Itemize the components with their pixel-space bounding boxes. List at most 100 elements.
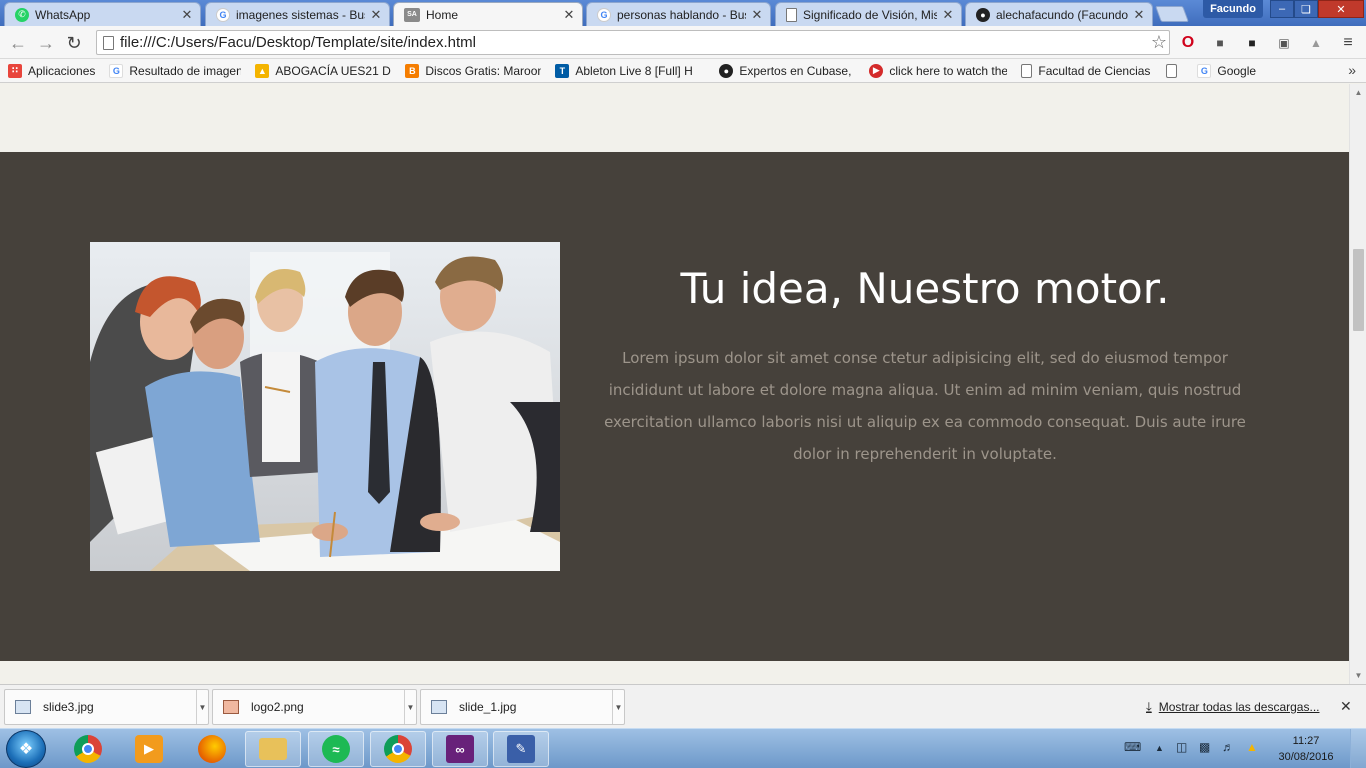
download-item[interactable]: slide3.jpg ▼ <box>4 689 209 725</box>
taskbar-file-explorer[interactable] <box>245 731 301 767</box>
download-filename: logo2.png <box>251 700 304 714</box>
bookmark-label: Ableton Live 8 [Full] H <box>575 63 693 78</box>
clock-time: 11:27 <box>1292 735 1320 747</box>
scroll-down-icon[interactable]: ▼ <box>1350 667 1366 684</box>
tab-whatsapp[interactable]: ✆ WhatsApp ✕ <box>4 2 201 26</box>
bookmark-google[interactable]: G Google <box>1197 63 1256 78</box>
system-clock[interactable]: 11:27 30/08/2016 <box>1276 733 1336 765</box>
spotify-icon: ≈ <box>322 735 350 763</box>
volume-icon[interactable]: ♬ <box>1222 740 1234 754</box>
page-icon <box>786 7 797 22</box>
bookmark-click-here[interactable]: ▶ click here to watch the <box>869 63 1007 78</box>
google-icon: G <box>597 7 611 22</box>
restore-button[interactable]: ❏ <box>1294 0 1318 18</box>
browser-toolbar: ← → ↻ ☆ O ■ ■ ▣ ▲ ≡ <box>0 26 1366 59</box>
bookmarks-overflow-icon[interactable]: » <box>1348 62 1356 78</box>
download-filename: slide_1.jpg <box>459 700 517 714</box>
visual-studio-icon: ∞ <box>446 735 474 763</box>
tab-close-icon[interactable]: ✕ <box>750 7 764 23</box>
opera-extension-icon[interactable]: O <box>1180 34 1196 51</box>
bookmark-star-icon[interactable]: ☆ <box>1151 32 1167 53</box>
bookmark-resultado-imagen[interactable]: G Resultado de imagen <box>109 63 242 78</box>
download-filename: slide3.jpg <box>43 700 94 714</box>
google-icon: G <box>109 63 124 78</box>
power-icon[interactable]: ◫ <box>1176 740 1187 754</box>
scroll-up-icon[interactable]: ▲ <box>1350 84 1366 101</box>
extension-icon[interactable]: ■ <box>1212 35 1228 51</box>
about-text-block: Tu idea, Nuestro motor. Lorem ipsum dolo… <box>590 260 1260 470</box>
minimize-button[interactable]: – <box>1270 0 1294 18</box>
bookmark-ableton[interactable]: T Ableton Live 8 [Full] H <box>555 63 705 78</box>
firefox-icon <box>198 735 226 763</box>
tab-close-icon[interactable]: ✕ <box>180 7 194 23</box>
drive-icon: ▲ <box>255 63 270 78</box>
taskbar-chrome-2[interactable] <box>370 731 426 767</box>
bookmark-label: Discos Gratis: Maroon <box>425 63 542 78</box>
clock-date: 30/08/2016 <box>1278 751 1334 763</box>
drive-icon[interactable]: ▲ <box>1246 740 1258 754</box>
chevron-down-icon[interactable]: ▼ <box>404 690 416 724</box>
bookmark-discos-gratis[interactable]: B Discos Gratis: Maroon <box>405 63 542 78</box>
chevron-down-icon[interactable]: ▼ <box>196 690 208 724</box>
about-section: Tu idea, Nuestro motor. Lorem ipsum dolo… <box>0 152 1349 661</box>
tab-home[interactable]: SA Home ✕ <box>393 2 583 26</box>
section-heading: Tu idea, Nuestro motor. <box>680 264 1170 313</box>
tab-close-icon[interactable]: ✕ <box>562 7 576 23</box>
taskbar-media-player[interactable]: ▶ <box>121 731 177 767</box>
windows-taskbar: ❖ ▶ ≈ ∞ ✎ ⌨ ▲ ◫ ▩ ♬ ▲ 11:27 30/08/2016 <box>0 728 1366 768</box>
show-all-downloads-link[interactable]: ⤓ Mostrar todas las descargas... <box>1146 699 1319 715</box>
bookmark-cubase[interactable]: ● Expertos en Cubase, c <box>719 63 855 78</box>
paint-icon: ✎ <box>507 735 535 763</box>
keyboard-icon[interactable]: ⌨ <box>1124 740 1141 754</box>
taskbar-paint[interactable]: ✎ <box>493 731 549 767</box>
bookmark-label: Resultado de imagen <box>129 63 242 78</box>
vertical-scrollbar[interactable]: ▲ ▼ <box>1349 84 1366 684</box>
reload-button[interactable]: ↻ <box>64 33 84 53</box>
menu-icon[interactable]: ≡ <box>1340 34 1356 51</box>
tab-significado-vision[interactable]: Significado de Visión, Mis ✕ <box>775 2 962 26</box>
page-icon <box>1166 63 1178 78</box>
close-window-button[interactable]: ✕ <box>1318 0 1364 18</box>
bookmark-facultad[interactable]: Facultad de Ciencias H <box>1021 63 1152 78</box>
back-button[interactable]: ← <box>8 33 28 53</box>
download-item[interactable]: slide_1.jpg ▼ <box>420 689 625 725</box>
start-button[interactable]: ❖ <box>6 730 46 768</box>
tab-title: Significado de Visión, Mis <box>803 7 937 22</box>
address-bar[interactable]: ☆ <box>96 30 1170 55</box>
tab-close-icon[interactable]: ✕ <box>369 7 383 23</box>
page-icon <box>103 35 114 50</box>
show-desktop-button[interactable] <box>1350 729 1366 768</box>
chevron-up-icon[interactable]: ▲ <box>1155 743 1164 753</box>
scrollbar-thumb[interactable] <box>1353 249 1364 331</box>
tab-close-icon[interactable]: ✕ <box>1132 7 1146 23</box>
bookmark-abogacia[interactable]: ▲ ABOGACÍA UES21 DE <box>255 63 392 78</box>
video-icon: ▶ <box>869 63 884 78</box>
tab-imagenes-sistemas[interactable]: G imagenes sistemas - Busc ✕ <box>205 2 390 26</box>
forward-button[interactable]: → <box>36 33 56 53</box>
url-input[interactable] <box>120 34 1140 51</box>
taskbar-spotify[interactable]: ≈ <box>308 731 364 767</box>
github-icon: ● <box>976 7 990 22</box>
tab-title: alechafacundo (Facundo) <box>996 7 1128 22</box>
extension-icon[interactable]: ▲ <box>1308 35 1324 51</box>
image-file-icon <box>15 700 31 714</box>
taskbar-visual-studio[interactable]: ∞ <box>432 731 488 767</box>
download-item[interactable]: logo2.png ▼ <box>212 689 417 725</box>
extension-icon[interactable]: ■ <box>1244 35 1260 51</box>
profile-button[interactable]: Facundo <box>1203 0 1263 18</box>
network-icon[interactable]: ▩ <box>1199 740 1210 754</box>
tab-strip: ✆ WhatsApp ✕ G imagenes sistemas - Busc … <box>0 0 1366 26</box>
close-icon[interactable]: ✕ <box>1340 698 1352 715</box>
taskbar-chrome[interactable] <box>60 731 116 767</box>
bookmark-untitled[interactable] <box>1166 63 1183 78</box>
taskbar-firefox[interactable] <box>184 731 240 767</box>
page-viewport: Tu idea, Nuestro motor. Lorem ipsum dolo… <box>0 84 1366 684</box>
bookmark-label: ABOGACÍA UES21 DE <box>275 63 392 78</box>
new-tab-button[interactable] <box>1155 6 1189 22</box>
tab-github[interactable]: ● alechafacundo (Facundo) ✕ <box>965 2 1153 26</box>
extension-icon[interactable]: ▣ <box>1276 35 1292 51</box>
tab-close-icon[interactable]: ✕ <box>941 7 955 23</box>
chevron-down-icon[interactable]: ▼ <box>612 690 624 724</box>
tab-personas-hablando[interactable]: G personas hablando - Busc ✕ <box>586 2 771 26</box>
bookmark-aplicaciones[interactable]: ∷ Aplicaciones <box>8 63 95 78</box>
